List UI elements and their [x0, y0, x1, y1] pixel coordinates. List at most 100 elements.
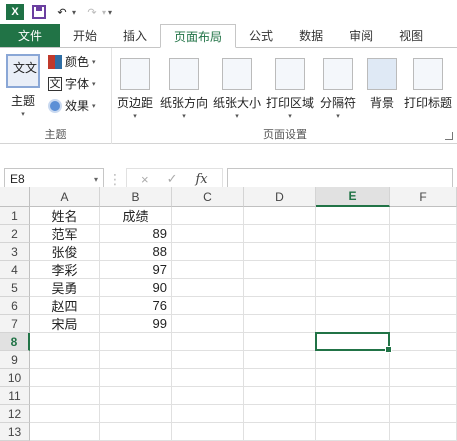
tab-view[interactable]: 视图: [386, 24, 436, 47]
cell-b5[interactable]: 90: [100, 279, 172, 297]
orientation-button[interactable]: 纸张方向 ▾: [160, 52, 208, 120]
row-header-12[interactable]: 12: [0, 405, 30, 423]
cell-c1[interactable]: [172, 207, 244, 225]
margins-button[interactable]: 页边距 ▾: [117, 52, 153, 120]
row-header-8[interactable]: 8: [0, 333, 30, 351]
dialog-launcher-icon[interactable]: [445, 132, 453, 140]
cell-f1[interactable]: [390, 207, 457, 225]
row-header-1[interactable]: 1: [0, 207, 30, 225]
cell-c4[interactable]: [172, 261, 244, 279]
cancel-icon[interactable]: ×: [141, 172, 149, 187]
cell-b8[interactable]: [100, 333, 172, 351]
row-header-10[interactable]: 10: [0, 369, 30, 387]
cell-c9[interactable]: [172, 351, 244, 369]
cell-d10[interactable]: [244, 369, 316, 387]
cell-d13[interactable]: [244, 423, 316, 441]
cell-f4[interactable]: [390, 261, 457, 279]
background-button[interactable]: 背景: [367, 52, 397, 111]
row-header-3[interactable]: 3: [0, 243, 30, 261]
cell-e10[interactable]: [316, 369, 390, 387]
cell-b1[interactable]: 成绩: [100, 207, 172, 225]
cell-b6[interactable]: 76: [100, 297, 172, 315]
cell-a13[interactable]: [30, 423, 100, 441]
redo-dropdown-icon[interactable]: ▾: [102, 8, 106, 17]
row-header-5[interactable]: 5: [0, 279, 30, 297]
row-header-7[interactable]: 7: [0, 315, 30, 333]
cell-d4[interactable]: [244, 261, 316, 279]
row-header-4[interactable]: 4: [0, 261, 30, 279]
column-header-c[interactable]: C: [172, 187, 244, 207]
cell-e12[interactable]: [316, 405, 390, 423]
cell-e9[interactable]: [316, 351, 390, 369]
cell-c12[interactable]: [172, 405, 244, 423]
cell-e13[interactable]: [316, 423, 390, 441]
cell-f6[interactable]: [390, 297, 457, 315]
cell-a6[interactable]: 赵四: [30, 297, 100, 315]
cell-d5[interactable]: [244, 279, 316, 297]
row-header-2[interactable]: 2: [0, 225, 30, 243]
column-header-d[interactable]: D: [244, 187, 316, 207]
tab-home[interactable]: 开始: [60, 24, 110, 47]
select-all-corner[interactable]: [0, 187, 30, 207]
cell-b10[interactable]: [100, 369, 172, 387]
tab-page-layout[interactable]: 页面布局: [160, 24, 237, 48]
cell-e7[interactable]: [316, 315, 390, 333]
column-header-f[interactable]: F: [390, 187, 457, 207]
cell-d6[interactable]: [244, 297, 316, 315]
cell-d9[interactable]: [244, 351, 316, 369]
cell-d8[interactable]: [244, 333, 316, 351]
cell-f11[interactable]: [390, 387, 457, 405]
cell-b13[interactable]: [100, 423, 172, 441]
cell-f10[interactable]: [390, 369, 457, 387]
column-header-e[interactable]: E: [316, 187, 390, 207]
cell-a8[interactable]: [30, 333, 100, 351]
cell-c11[interactable]: [172, 387, 244, 405]
undo-dropdown-icon[interactable]: ▾: [72, 8, 76, 17]
column-header-b[interactable]: B: [100, 187, 172, 207]
print-titles-button[interactable]: 打印标题: [404, 52, 452, 111]
cell-c7[interactable]: [172, 315, 244, 333]
row-header-11[interactable]: 11: [0, 387, 30, 405]
insert-function-icon[interactable]: fx: [196, 172, 208, 187]
colors-button[interactable]: 颜色 ▾: [48, 52, 96, 71]
cell-a1[interactable]: 姓名: [30, 207, 100, 225]
breaks-button[interactable]: 分隔符 ▾: [320, 52, 356, 120]
cell-e5[interactable]: [316, 279, 390, 297]
print-area-button[interactable]: 打印区域 ▾: [266, 52, 314, 120]
fonts-button[interactable]: 文 字体 ▾: [48, 74, 96, 93]
tab-insert[interactable]: 插入: [110, 24, 160, 47]
tab-data[interactable]: 数据: [286, 24, 336, 47]
cell-a10[interactable]: [30, 369, 100, 387]
themes-button[interactable]: 文文 主题 ▾: [6, 52, 40, 118]
cell-b2[interactable]: 89: [100, 225, 172, 243]
row-header-9[interactable]: 9: [0, 351, 30, 369]
effects-button[interactable]: 效果 ▾: [48, 96, 96, 115]
cell-a2[interactable]: 范军: [30, 225, 100, 243]
cell-e11[interactable]: [316, 387, 390, 405]
cell-c13[interactable]: [172, 423, 244, 441]
cell-c10[interactable]: [172, 369, 244, 387]
cell-e6[interactable]: [316, 297, 390, 315]
cell-f7[interactable]: [390, 315, 457, 333]
cell-d2[interactable]: [244, 225, 316, 243]
redo-icon[interactable]: ↷: [84, 4, 100, 20]
cell-e1[interactable]: [316, 207, 390, 225]
cell-c2[interactable]: [172, 225, 244, 243]
cell-e3[interactable]: [316, 243, 390, 261]
cell-e8[interactable]: [316, 333, 390, 351]
cell-f9[interactable]: [390, 351, 457, 369]
cell-d7[interactable]: [244, 315, 316, 333]
cell-a7[interactable]: 宋局: [30, 315, 100, 333]
cell-c6[interactable]: [172, 297, 244, 315]
cell-d3[interactable]: [244, 243, 316, 261]
cell-b9[interactable]: [100, 351, 172, 369]
column-header-a[interactable]: A: [30, 187, 100, 207]
spreadsheet-grid[interactable]: A B C D E F 1 姓名 成绩 2 范军 89 3 张俊 88 4 李彩 97 5 吴勇 90 6 赵四 76 7 宋局 9…: [0, 187, 457, 441]
cell-a4[interactable]: 李彩: [30, 261, 100, 279]
cell-a12[interactable]: [30, 405, 100, 423]
chevron-down-icon[interactable]: ▾: [94, 175, 98, 184]
tab-formulas[interactable]: 公式: [236, 24, 286, 47]
tab-review[interactable]: 审阅: [336, 24, 386, 47]
cell-c3[interactable]: [172, 243, 244, 261]
cell-b12[interactable]: [100, 405, 172, 423]
